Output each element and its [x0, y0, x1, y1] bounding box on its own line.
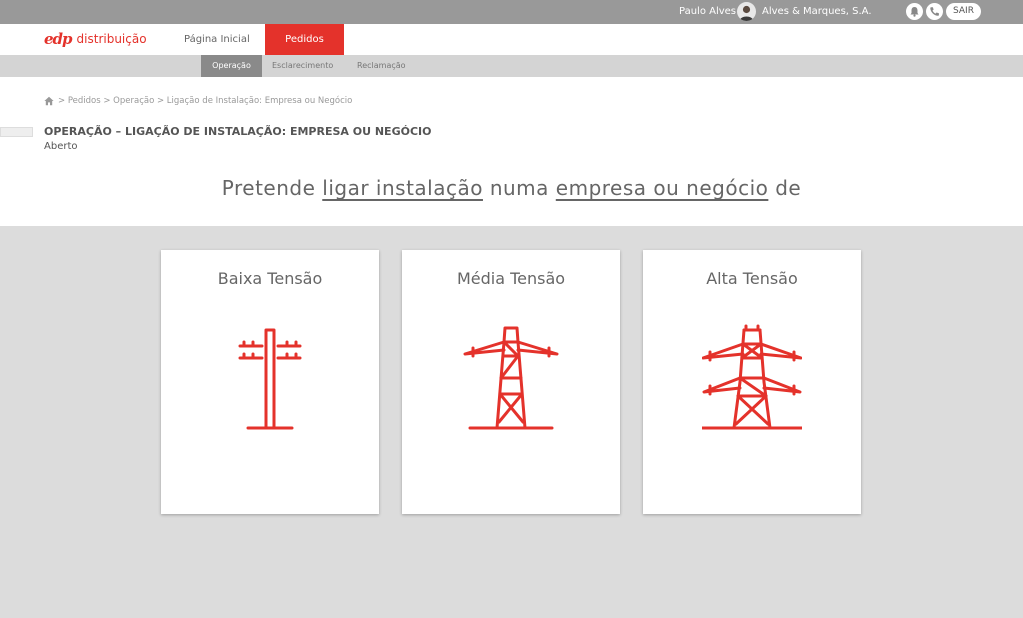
subnav-item-reclamacao[interactable]: Reclamação [357, 55, 406, 77]
nav-item-home[interactable]: Página Inicial [184, 34, 250, 45]
subnav-item-operacao[interactable]: Operação [201, 55, 262, 77]
card-title: Alta Tensão [706, 269, 798, 288]
question-text-2: numa [482, 176, 556, 200]
user-name[interactable]: Paulo Alves [679, 6, 736, 17]
status-text: Aberto [44, 141, 78, 152]
logo-mark: edp [44, 30, 73, 48]
option-card-baixa-tensao[interactable]: Baixa Tensão [161, 250, 379, 514]
side-tab[interactable] [0, 127, 33, 137]
page-title: OPERAÇÃO – LIGAÇÃO DE INSTALAÇÃO: EMPRES… [44, 125, 432, 138]
link-empresa-negocio[interactable]: empresa ou negócio [556, 176, 769, 200]
company-name[interactable]: Alves & Marques, S.A. [762, 6, 872, 17]
top-bar: Paulo Alves Alves & Marques, S.A. SAIR [0, 0, 1023, 24]
breadcrumb[interactable]: > Pedidos > Operação > Ligação de Instal… [58, 96, 352, 106]
main-nav: edp distribuição Página Inicial Pedidos [0, 24, 1023, 55]
nav-item-pedidos[interactable]: Pedidos [265, 24, 344, 55]
question-text-1: Pretende [221, 176, 323, 200]
logout-button[interactable]: SAIR [946, 3, 981, 20]
link-ligar-instalacao[interactable]: ligar instalação [322, 176, 483, 200]
question-heading: Pretende ligar instalação numa empresa o… [0, 176, 1023, 200]
question-text-3: de [768, 176, 802, 200]
avatar[interactable] [737, 2, 756, 21]
home-icon[interactable] [44, 96, 54, 106]
edp-logo[interactable]: edp distribuição [44, 29, 147, 49]
card-title: Baixa Tensão [217, 269, 323, 288]
low-voltage-pole-icon [238, 328, 302, 430]
phone-icon [930, 7, 939, 16]
option-card-media-tensao[interactable]: Média Tensão [402, 250, 620, 514]
contact-button[interactable] [926, 3, 943, 20]
card-title: Média Tensão [456, 269, 566, 288]
option-card-alta-tensao[interactable]: Alta Tensão [643, 250, 861, 514]
sub-nav: Operação Esclarecimento Reclamação [0, 55, 1023, 77]
high-voltage-tower-icon [702, 324, 802, 430]
medium-voltage-tower-icon [463, 326, 559, 430]
notifications-button[interactable] [906, 3, 923, 20]
subnav-item-esclarecimento[interactable]: Esclarecimento [272, 55, 333, 77]
logo-text: distribuição [76, 32, 147, 46]
bell-icon [910, 7, 919, 17]
